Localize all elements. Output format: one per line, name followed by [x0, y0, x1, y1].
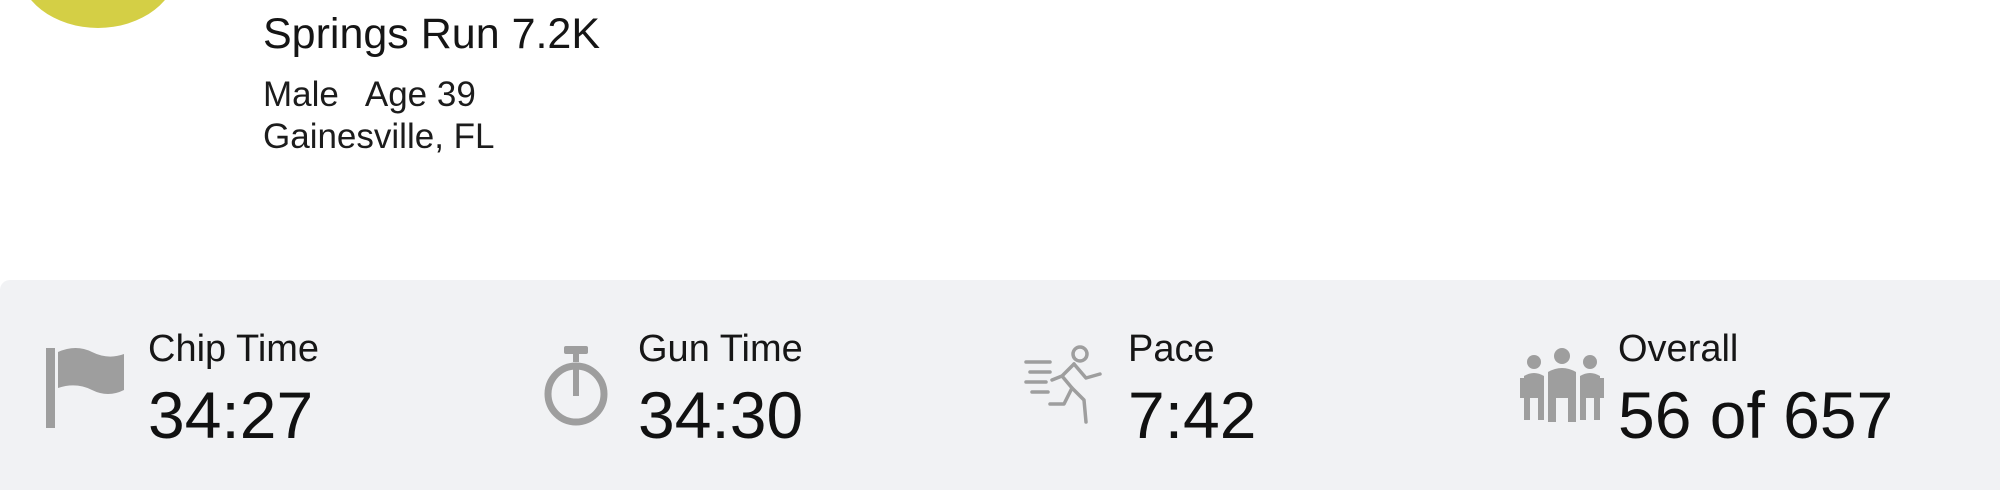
pace-value: 7:42: [1128, 378, 1257, 452]
gun-time-label: Gun Time: [638, 328, 803, 370]
flag-icon: [40, 342, 132, 434]
pace-label: Pace: [1128, 328, 1215, 370]
race-title: Springs Run 7.2K: [263, 10, 601, 58]
runner-location: Gainesville, FL: [263, 117, 495, 156]
chip-time-label: Chip Time: [148, 328, 320, 370]
gun-time-value: 34:30: [638, 378, 804, 452]
race-result-page: Springs Run 7.2K Male Age 39 Gainesville,…: [0, 0, 2000, 490]
stats-bar: Chip Time 34:27 Gun Time 34:30 Pace 7:42…: [0, 280, 2000, 490]
runner-demographics: Male Age 39: [263, 74, 600, 116]
chip-time-value: 34:27: [148, 378, 314, 452]
runner-icon: [1024, 342, 1116, 434]
overall-value: 56 of 657: [1618, 378, 1894, 452]
runner-gender: Male: [263, 75, 339, 114]
group-icon: [1516, 342, 1608, 434]
overall-label: Overall: [1618, 328, 1739, 370]
avatar: [18, 0, 178, 28]
stopwatch-icon: [530, 342, 622, 434]
result-header: Springs Run 7.2K Male Age 39 Gainesville,…: [263, 8, 600, 158]
runner-age: Age 39: [364, 75, 476, 114]
